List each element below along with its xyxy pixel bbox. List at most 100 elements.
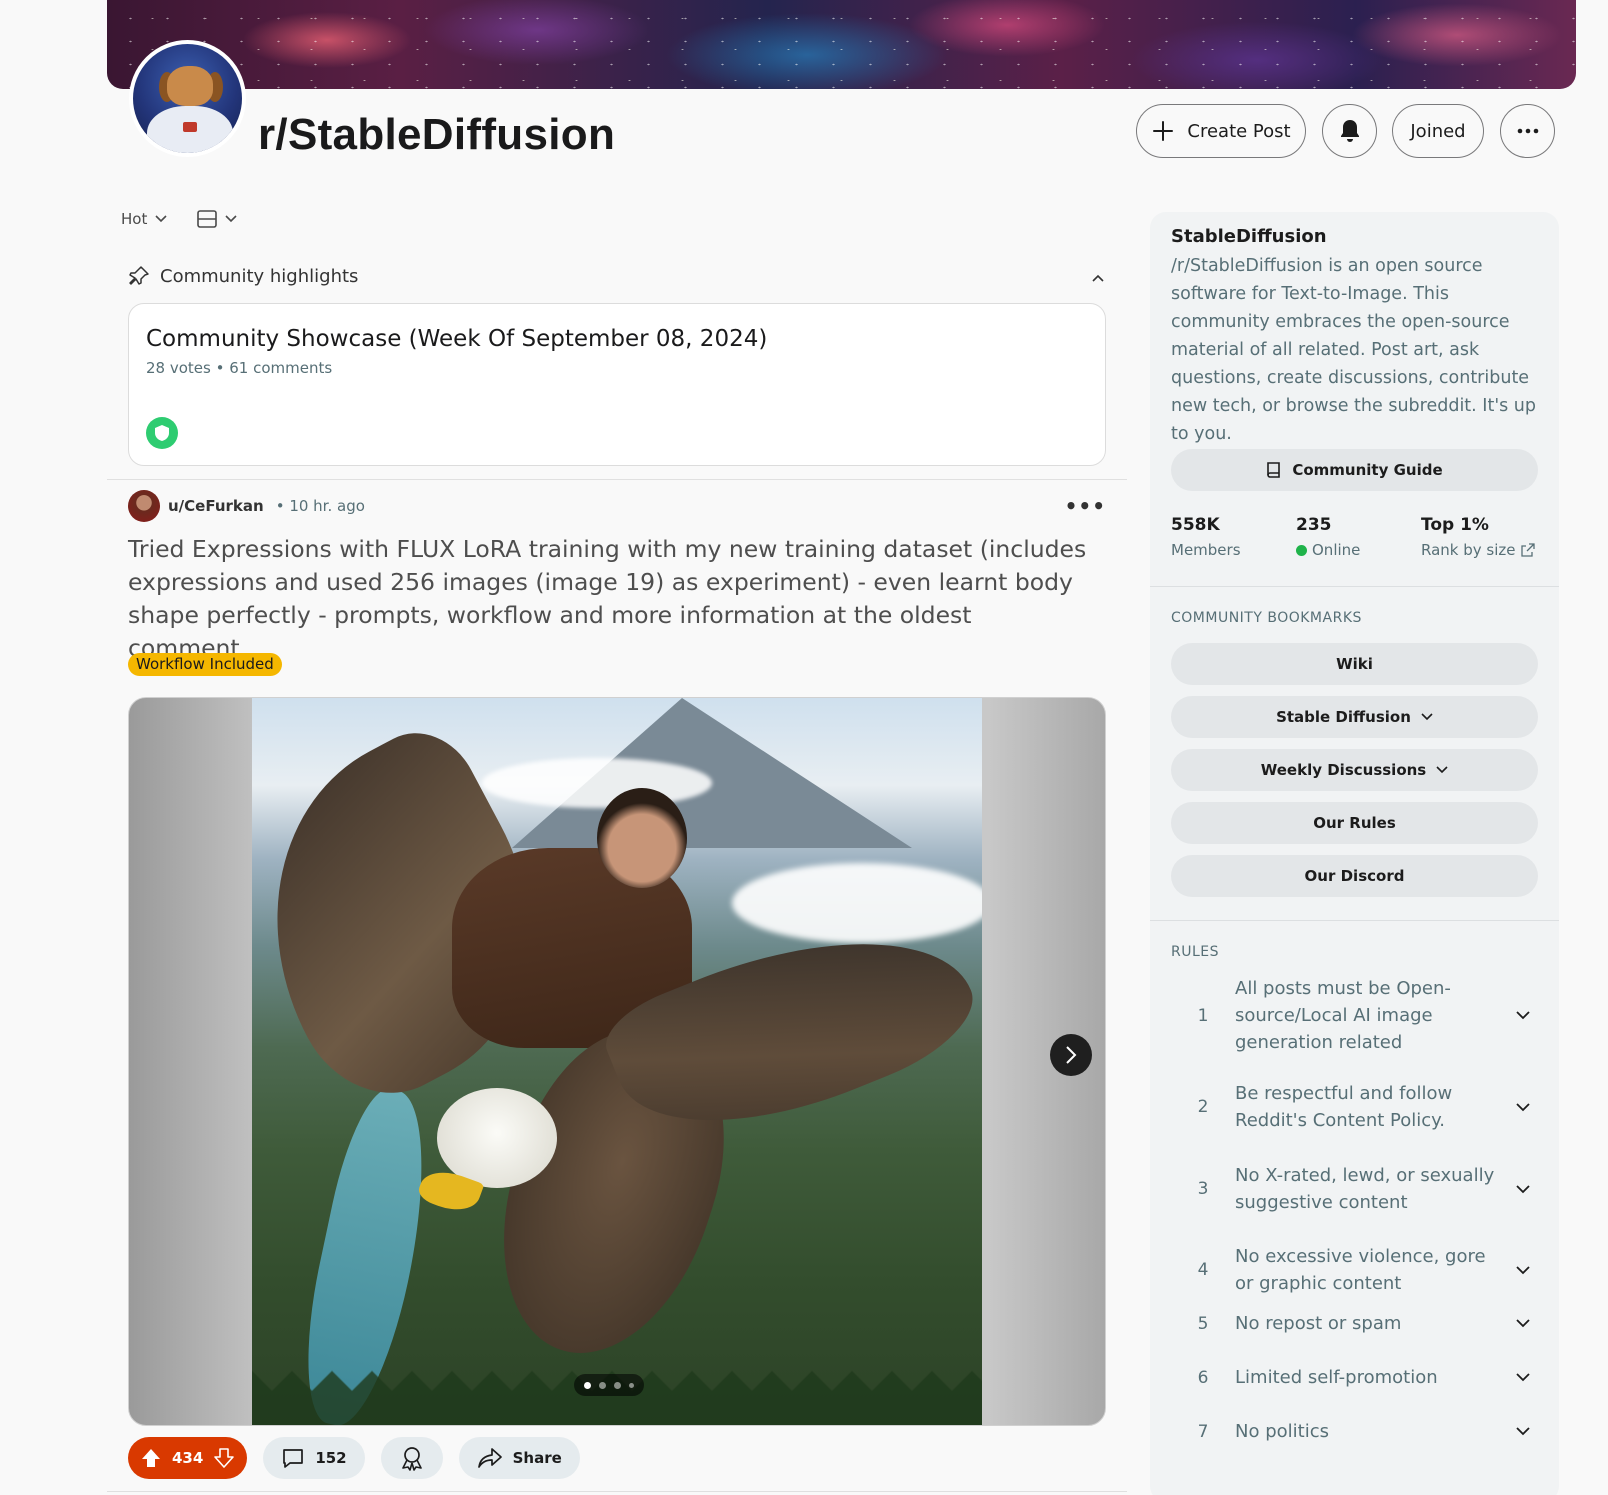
rule-item[interactable]: 3 No X-rated, lewd, or sexually suggesti…: [1171, 1162, 1538, 1216]
post-more-icon[interactable]: •••: [1065, 494, 1106, 518]
online-stat: 235 Online: [1296, 515, 1421, 559]
sort-label: Hot: [121, 210, 148, 228]
share-button[interactable]: Share: [458, 1437, 580, 1479]
bookmark-wiki[interactable]: Wiki: [1171, 643, 1538, 685]
highlight-meta: 28 votes • 61 comments: [146, 359, 333, 377]
rule-text: No repost or spam: [1235, 1313, 1402, 1334]
highlight-card[interactable]: Community Showcase (Week Of September 08…: [128, 303, 1106, 466]
rule-text: No excessive violence, gore or graphic c…: [1235, 1246, 1486, 1294]
award-button[interactable]: [380, 1437, 443, 1479]
chevron-down-icon[interactable]: [1508, 1265, 1538, 1275]
joined-button[interactable]: Joined: [1392, 104, 1484, 158]
chevron-down-icon[interactable]: [1508, 1373, 1538, 1382]
chevron-down-icon: [1436, 766, 1448, 774]
rule-number: 5: [1197, 1313, 1209, 1334]
feed-divider: [107, 479, 1127, 480]
chevron-down-icon[interactable]: [1508, 1102, 1538, 1112]
rule-item[interactable]: 5 No repost or spam: [1171, 1310, 1538, 1337]
sidebar-community-name: StableDiffusion: [1171, 226, 1327, 247]
bookmark-weekly-discussions[interactable]: Weekly Discussions: [1171, 749, 1538, 791]
community-guide-label: Community Guide: [1292, 461, 1443, 479]
bookmark-our-discord[interactable]: Our Discord: [1171, 855, 1538, 897]
members-label: Members: [1171, 541, 1241, 559]
post-media-gallery[interactable]: [128, 697, 1106, 1426]
pin-icon: [129, 266, 149, 285]
rule-item[interactable]: 7 No politics: [1171, 1418, 1538, 1445]
bookmark-label: Weekly Discussions: [1260, 761, 1427, 779]
bookmark-stable-diffusion[interactable]: Stable Diffusion: [1171, 696, 1538, 738]
rank-stat[interactable]: Top 1% Rank by size: [1421, 515, 1546, 559]
chevron-right-icon: [1066, 1046, 1077, 1064]
notifications-button[interactable]: [1322, 104, 1377, 158]
next-image-button[interactable]: [1050, 1034, 1092, 1076]
community-description: /r/StableDiffusion is an open source sof…: [1171, 256, 1537, 444]
community-highlights-header[interactable]: Community highlights: [128, 265, 1104, 287]
bookmark-label: Wiki: [1336, 655, 1373, 673]
community-sidebar: StableDiffusion /r/StableDiffusion is an…: [1150, 212, 1559, 1495]
downvote-icon[interactable]: [213, 1447, 235, 1469]
community-title: r/StableDiffusion: [258, 110, 616, 159]
rule-text: No X-rated, lewd, or sexually suggestive…: [1235, 1165, 1495, 1213]
create-post-button[interactable]: Create Post: [1136, 104, 1306, 158]
post-title[interactable]: Tried Expressions with FLUX LoRA trainin…: [128, 533, 1088, 665]
bell-icon: [1340, 120, 1359, 142]
rule-text: Limited self-promotion: [1235, 1367, 1438, 1388]
view-dropdown[interactable]: [197, 210, 237, 228]
rule-number: 6: [1197, 1367, 1209, 1388]
sidebar-divider: [1150, 920, 1559, 921]
bookmark-label: Stable Diffusion: [1276, 708, 1411, 726]
highlight-title: Community Showcase (Week Of September 08…: [146, 326, 768, 352]
bookmark-our-rules[interactable]: Our Rules: [1171, 802, 1538, 844]
members-value: 558K: [1171, 515, 1220, 535]
post-time: • 10 hr. ago: [275, 497, 365, 515]
post-meta: u/CeFurkan • 10 hr. ago •••: [128, 490, 1106, 522]
collapse-icon[interactable]: [1092, 267, 1104, 286]
chevron-down-icon[interactable]: [1508, 1011, 1538, 1020]
joined-label: Joined: [1410, 120, 1466, 142]
author-name[interactable]: u/CeFurkan: [168, 497, 264, 515]
chevron-down-icon[interactable]: [1508, 1319, 1538, 1328]
rank-value: Top 1%: [1421, 515, 1489, 535]
sidebar-divider: [1150, 586, 1559, 587]
shield-icon: [146, 417, 178, 449]
rule-text: All posts must be Open-source/Local AI i…: [1235, 978, 1451, 1053]
comment-count: 152: [315, 1449, 347, 1467]
chevron-down-icon: [225, 215, 237, 223]
post-image: [252, 698, 982, 1425]
plus-icon: [1153, 121, 1174, 141]
comments-button[interactable]: 152: [263, 1437, 365, 1479]
upvote-icon[interactable]: [140, 1447, 162, 1469]
bookmark-label: Our Discord: [1304, 867, 1405, 885]
community-avatar: [129, 40, 246, 157]
post-actions: 434 152 Share: [128, 1437, 580, 1479]
author-avatar[interactable]: [128, 490, 160, 522]
share-label: Share: [512, 1449, 562, 1467]
online-indicator-icon: [1296, 544, 1307, 556]
more-options-button[interactable]: [1500, 104, 1555, 158]
book-icon: [1267, 462, 1281, 478]
external-link-icon: [1520, 543, 1535, 557]
rule-number: 2: [1197, 1097, 1209, 1117]
rule-number: 3: [1197, 1179, 1209, 1199]
chevron-down-icon: [1421, 713, 1433, 721]
rank-label: Rank by size: [1421, 541, 1516, 559]
post-divider: [107, 1491, 1127, 1492]
rule-item[interactable]: 4 No excessive violence, gore or graphic…: [1171, 1243, 1538, 1297]
rule-item[interactable]: 2 Be respectful and follow Reddit's Cont…: [1171, 1080, 1538, 1134]
post-flair[interactable]: Workflow Included: [128, 653, 282, 676]
bookmarks-heading: COMMUNITY BOOKMARKS: [1171, 610, 1362, 626]
rule-text: No politics: [1235, 1421, 1329, 1442]
chevron-down-icon[interactable]: [1508, 1184, 1538, 1194]
sort-dropdown[interactable]: Hot: [121, 210, 167, 228]
rule-item[interactable]: 1 All posts must be Open-source/Local AI…: [1171, 975, 1538, 1056]
community-guide-button[interactable]: Community Guide: [1171, 449, 1538, 491]
gallery-pagination: [574, 1374, 644, 1396]
community-banner: [107, 0, 1576, 89]
members-stat: 558K Members: [1171, 515, 1296, 559]
rule-item[interactable]: 6 Limited self-promotion: [1171, 1364, 1538, 1391]
online-value: 235: [1296, 515, 1332, 535]
ellipsis-icon: [1517, 128, 1538, 134]
rules-heading: RULES: [1171, 944, 1220, 960]
chevron-down-icon[interactable]: [1508, 1427, 1538, 1436]
vote-control: 434: [128, 1437, 248, 1479]
